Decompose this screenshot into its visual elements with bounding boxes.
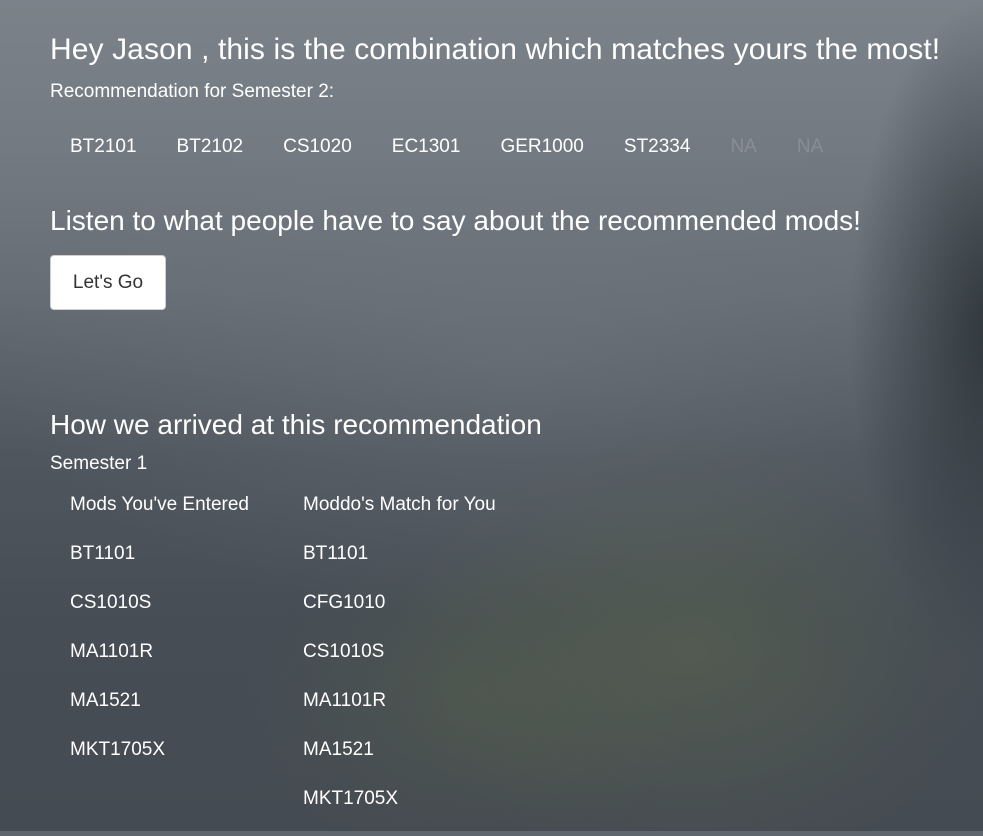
matched-mod: MA1521 [303, 739, 374, 760]
matched-mod: MA1101R [303, 690, 387, 711]
entered-mod: MA1521 [70, 690, 141, 711]
recommended-mod: GER1000 [500, 136, 584, 157]
entered-mods-header: Mods You've Entered [70, 494, 249, 515]
main-content: Hey Jason , this is the combination whic… [0, 0, 983, 831]
entered-mod: MA1101R [70, 641, 154, 662]
recommended-mod-empty: NA [730, 136, 757, 157]
entered-mods-column: Mods You've Entered BT1101 CS1010S MA110… [70, 493, 249, 787]
recommended-mod: ST2334 [623, 136, 691, 157]
recommended-mod: BT2102 [176, 136, 244, 157]
recommended-mods-list: BT2101 BT2102 CS1020 EC1301 GER1000 ST23… [50, 136, 843, 158]
semester-label: Semester 1 [50, 453, 148, 474]
matched-mod: BT1101 [303, 543, 369, 564]
matched-mods-column: Moddo's Match for You BT1101 CFG1010 CS1… [303, 493, 496, 836]
recommended-mod: EC1301 [391, 136, 461, 157]
matched-mod: CS1010S [303, 641, 385, 662]
entered-mod: CS1010S [70, 592, 152, 613]
entered-mod: BT1101 [70, 543, 136, 564]
explanation-heading: How we arrived at this recommendation [50, 409, 542, 440]
recommended-mod: BT2101 [70, 136, 137, 157]
entered-mod: MKT1705X [70, 739, 166, 760]
greeting-heading: Hey Jason , this is the combination whic… [50, 33, 941, 66]
lets-go-button[interactable]: Let's Go [50, 255, 166, 310]
matched-mod: CFG1010 [303, 592, 386, 613]
recommended-mod: CS1020 [283, 136, 352, 157]
matched-mods-header: Moddo's Match for You [303, 494, 496, 515]
recommendation-label: Recommendation for Semester 2: [50, 81, 335, 102]
reviews-prompt: Listen to what people have to say about … [50, 205, 861, 236]
matched-mod: MKT1705X [303, 788, 399, 809]
recommended-mod-empty: NA [796, 136, 824, 157]
